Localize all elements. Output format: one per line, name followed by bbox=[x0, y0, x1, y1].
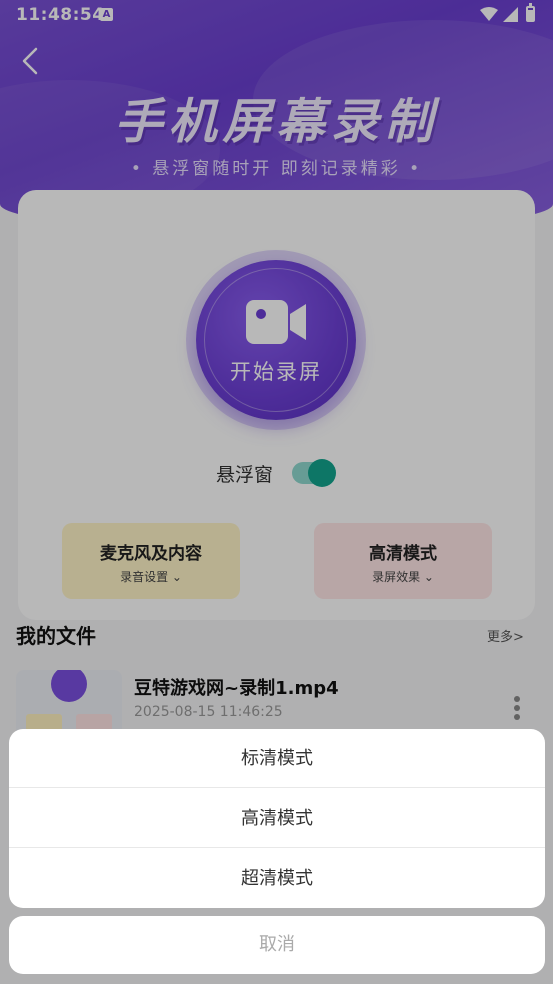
quality-action-sheet: 标清模式 高清模式 超清模式 bbox=[9, 729, 545, 908]
cancel-button[interactable]: 取消 bbox=[9, 916, 545, 974]
screen-recorder-page: 11:48:54 A 手机屏幕录制 • 悬浮窗随时开 即刻记录精彩 • 开始录屏… bbox=[0, 0, 553, 984]
option-high[interactable]: 高清模式 bbox=[9, 789, 545, 848]
option-standard[interactable]: 标清模式 bbox=[9, 729, 545, 788]
option-ultra[interactable]: 超清模式 bbox=[9, 849, 545, 908]
